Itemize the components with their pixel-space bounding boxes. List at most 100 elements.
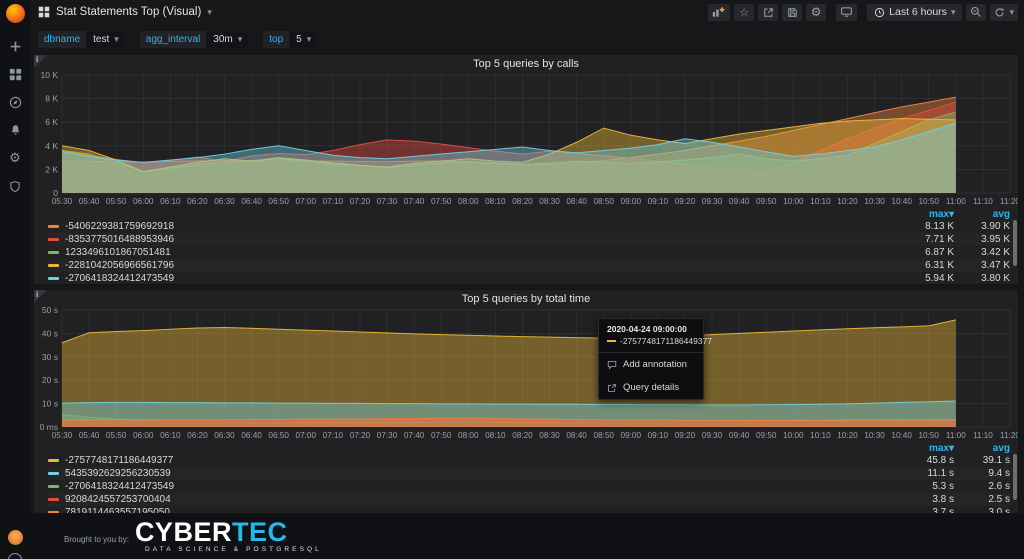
legend-sort-max[interactable]: max▾ <box>898 209 954 220</box>
add-annotation-menu-item[interactable]: Add annotation <box>599 353 703 376</box>
legend-series-label[interactable]: -2706418324412473549 <box>65 481 898 492</box>
series-color-swatch[interactable] <box>48 264 59 267</box>
legend-row: -54062293817596929188.13 K3.90 K <box>48 220 1010 233</box>
svg-text:10:00: 10:00 <box>783 431 804 440</box>
side-menu-bottom <box>8 530 23 559</box>
chart-legend: max▾avg-275774817118644937745.8 s39.1 s5… <box>34 441 1018 513</box>
series-color-swatch[interactable] <box>48 498 59 501</box>
footer-prefix: Brought to you by: <box>64 535 129 544</box>
save-dashboard-button[interactable] <box>782 4 802 21</box>
legend-avg-value: 39.1 s <box>954 455 1010 466</box>
legend-max-value: 5.3 s <box>898 481 954 492</box>
svg-text:10:00: 10:00 <box>783 197 804 206</box>
dashboard-title[interactable]: Stat Statements Top (Visual) <box>56 6 201 18</box>
alerting-bell-icon[interactable] <box>8 123 22 137</box>
svg-text:08:00: 08:00 <box>458 197 479 206</box>
legend-series-label[interactable]: -8353775016488953946 <box>65 234 898 245</box>
series-color-swatch[interactable] <box>48 251 59 254</box>
legend-series-label[interactable]: 1233496101867051481 <box>65 247 898 258</box>
comment-icon <box>607 360 617 370</box>
add-panel-button[interactable] <box>708 4 730 21</box>
time-range-label: Last 6 hours <box>889 6 947 18</box>
svg-text:07:40: 07:40 <box>404 197 425 206</box>
user-avatar[interactable] <box>8 530 23 545</box>
svg-text:40 s: 40 s <box>42 328 58 338</box>
legend-max-value: 3.7 s <box>898 507 954 513</box>
svg-text:10:20: 10:20 <box>837 431 858 440</box>
svg-text:10:10: 10:10 <box>810 431 831 440</box>
svg-text:08:30: 08:30 <box>539 197 560 206</box>
svg-text:07:10: 07:10 <box>323 197 344 206</box>
query-details-menu-item[interactable]: Query details <box>599 376 703 399</box>
legend-series-label[interactable]: -2757748171186449377 <box>65 455 898 466</box>
legend-scrollbar[interactable] <box>1013 454 1017 500</box>
legend-sort-max[interactable]: max▾ <box>898 443 954 454</box>
series-color-swatch[interactable] <box>48 225 59 228</box>
legend-sort-avg[interactable]: avg <box>954 443 1010 454</box>
legend-header: max▾avg <box>48 208 1010 220</box>
legend-series-label[interactable]: 5435392629256230539 <box>65 468 898 479</box>
panel-info-corner[interactable]: i <box>34 290 47 303</box>
timeseries-chart-total-time[interactable]: 0 ms10 s20 s30 s40 s50 s05:3005:4005:500… <box>34 305 1018 441</box>
legend-series-label[interactable]: -2706418324412473549 <box>65 273 898 284</box>
svg-text:11:20: 11:20 <box>1000 431 1018 440</box>
zoom-out-time-button[interactable] <box>966 4 986 21</box>
variable-agg-interval: agg_interval 30m▾ <box>140 31 249 48</box>
series-color-swatch[interactable] <box>48 459 59 462</box>
side-menu-nav: ⚙ <box>8 39 22 193</box>
grafana-logo-icon[interactable] <box>6 4 25 23</box>
legend-row: -275774817118644937745.8 s39.1 s <box>48 454 1010 467</box>
svg-text:08:40: 08:40 <box>566 197 587 206</box>
legend-scrollbar[interactable] <box>1013 220 1017 266</box>
svg-text:08:50: 08:50 <box>593 197 614 206</box>
explore-compass-icon[interactable] <box>8 95 22 109</box>
cybertec-logo: CYBERTEC DATA SCIENCE & POSTGRESQL <box>135 519 322 554</box>
legend-sort-avg[interactable]: avg <box>954 209 1010 220</box>
server-admin-shield-icon[interactable] <box>8 179 22 193</box>
timeseries-chart-calls[interactable]: 02 K4 K6 K8 K10 K05:3005:4005:5006:0006:… <box>34 70 1018 207</box>
legend-avg-value: 3.95 K <box>954 234 1010 245</box>
legend-row: 92084245572537004043.8 s2.5 s <box>48 493 1010 506</box>
legend-avg-value: 3.42 K <box>954 247 1010 258</box>
dashboard-grid-icon[interactable] <box>38 6 50 18</box>
star-dashboard-button[interactable]: ☆ <box>734 4 754 21</box>
time-picker-button[interactable]: Last 6 hours ▾ <box>867 4 962 21</box>
title-caret-icon[interactable]: ▾ <box>207 8 212 17</box>
variable-value-dropdown[interactable]: 5▾ <box>289 31 318 48</box>
svg-text:07:30: 07:30 <box>377 197 398 206</box>
help-icon[interactable] <box>8 553 22 559</box>
side-menu: ⚙ <box>0 0 30 559</box>
panel-title[interactable]: Top 5 queries by calls <box>34 55 1018 70</box>
legend-series-label[interactable]: 7819114463557195050 <box>65 507 898 513</box>
share-dashboard-button[interactable] <box>758 4 778 21</box>
svg-text:09:10: 09:10 <box>648 431 669 440</box>
series-color-swatch[interactable] <box>48 485 59 488</box>
legend-row: -27064183244124735495.3 s2.6 s <box>48 480 1010 493</box>
legend-max-value: 6.87 K <box>898 247 954 258</box>
legend-series-label[interactable]: -5406229381759692918 <box>65 221 898 232</box>
create-plus-icon[interactable] <box>8 39 22 53</box>
context-menu-timestamp: 2020-04-24 09:00:00 <box>599 319 703 335</box>
series-color-swatch[interactable] <box>48 238 59 241</box>
configuration-gear-icon[interactable]: ⚙ <box>8 151 22 165</box>
series-color-swatch[interactable] <box>48 277 59 280</box>
panel-info-corner[interactable]: i <box>34 55 47 68</box>
cycle-view-mode-button[interactable] <box>836 4 857 21</box>
svg-text:10:40: 10:40 <box>891 197 912 206</box>
variable-value-dropdown[interactable]: test▾ <box>86 31 126 48</box>
svg-text:10:20: 10:20 <box>837 197 858 206</box>
legend-series-label[interactable]: -2281042056966561796 <box>65 260 898 271</box>
variable-value-dropdown[interactable]: 30m▾ <box>206 31 249 48</box>
svg-text:05:40: 05:40 <box>79 431 100 440</box>
legend-series-label[interactable]: 9208424557253700404 <box>65 494 898 505</box>
series-color-swatch[interactable] <box>48 511 59 513</box>
svg-text:09:50: 09:50 <box>756 197 777 206</box>
series-color-swatch[interactable] <box>48 472 59 475</box>
svg-text:08:00: 08:00 <box>458 431 479 440</box>
dashboards-icon[interactable] <box>8 67 22 81</box>
panel-title[interactable]: Top 5 queries by total time <box>34 290 1018 305</box>
svg-text:08:10: 08:10 <box>485 197 506 206</box>
dashboard-settings-gear-icon[interactable]: ⚙ <box>806 4 826 21</box>
panel-top5-queries-by-calls: i Top 5 queries by calls 02 K4 K6 K8 K10… <box>33 54 1019 285</box>
refresh-button[interactable]: ▾ <box>990 4 1018 21</box>
